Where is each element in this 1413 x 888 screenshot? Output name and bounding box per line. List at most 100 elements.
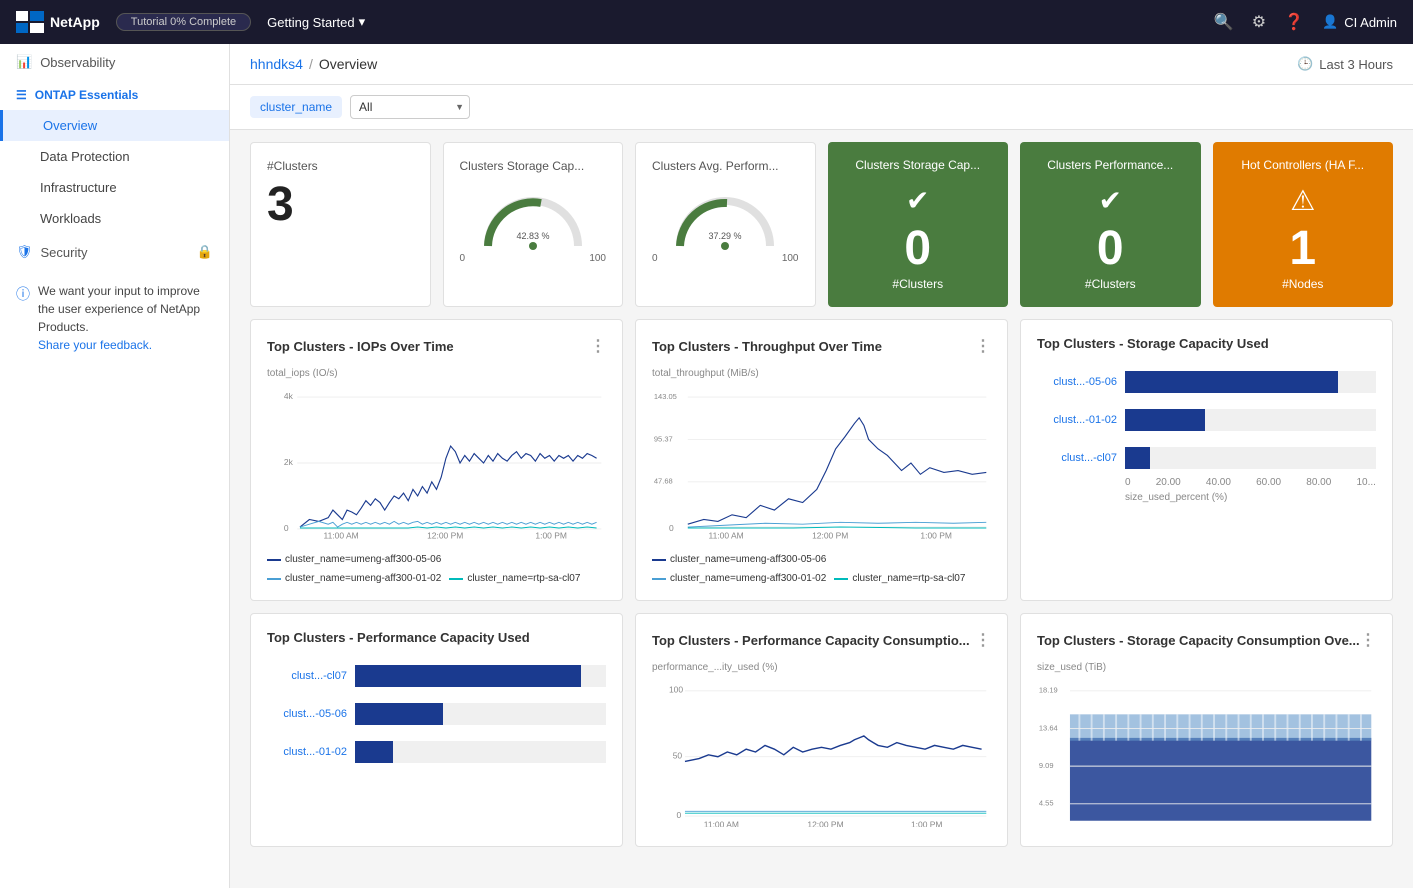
throughput-legend: cluster_name=umeng-aff300-05-06 cluster_… (652, 554, 991, 584)
search-icon[interactable]: 🔍 (1214, 12, 1234, 32)
perf-capacity-line-menu[interactable]: ⋮ (975, 630, 991, 650)
getting-started-label: Getting Started (267, 15, 354, 30)
user-menu[interactable]: 👤 CI Admin (1322, 14, 1397, 30)
getting-started-menu[interactable]: Getting Started ▾ (267, 14, 365, 30)
svg-text:11:00 AM: 11:00 AM (704, 819, 739, 827)
feedback-section: ⓘ We want your input to improve the user… (0, 270, 229, 366)
sidebar-item-infrastructure[interactable]: Infrastructure (0, 172, 229, 203)
clusters-storage-status-title: Clusters Storage Cap... (855, 158, 980, 172)
throughput-line-chart: 143.05 95.37 47.68 0 11:00 AM 12:00 PM 1… (652, 383, 991, 543)
gear-icon[interactable]: ⚙ (1252, 12, 1266, 32)
svg-text:37.29 %: 37.29 % (709, 231, 742, 241)
perf-capacity-bar-title-text: Top Clusters - Performance Capacity Used (267, 630, 530, 645)
user-label: CI Admin (1344, 15, 1397, 30)
bar-fill-2 (1125, 447, 1150, 469)
clusters-storage-status-value: 0 (904, 225, 931, 273)
security-label: Security (41, 245, 88, 260)
charts-row-1: Top Clusters - IOPs Over Time ⋮ total_io… (230, 319, 1413, 613)
storage-capacity-bar-card: Top Clusters - Storage Capacity Used clu… (1020, 319, 1393, 601)
svg-text:4k: 4k (284, 391, 294, 401)
perf-bar-row-2: clust...-01-02 (267, 741, 606, 763)
clusters-count-title: #Clusters (267, 159, 318, 173)
filter-value-wrapper: All (350, 95, 470, 119)
feedback-link[interactable]: Share your feedback. (38, 338, 152, 352)
svg-text:1:00 PM: 1:00 PM (535, 530, 567, 540)
time-selector[interactable]: 🕒 Last 3 Hours (1297, 56, 1393, 72)
infrastructure-label: Infrastructure (40, 180, 117, 195)
clock-icon: 🕒 (1297, 56, 1313, 72)
filter-bar: cluster_name All (230, 85, 1413, 130)
help-icon[interactable]: ❓ (1284, 12, 1304, 32)
storage-capacity-bars: clust...-05-06 clust...-01-02 clust...-c… (1037, 371, 1376, 469)
data-protection-label: Data Protection (40, 149, 130, 164)
svg-text:0: 0 (284, 523, 289, 533)
perf-gauge: 37.29 % 0 100 (652, 181, 799, 264)
bar-label-0: clust...-05-06 (1037, 376, 1117, 388)
perf-capacity-bar-card: Top Clusters - Performance Capacity Used… (250, 613, 623, 847)
filter-key-label: cluster_name (250, 96, 342, 118)
iops-line-chart: 4k 2k 0 11:00 AM 12:00 PM 1:00 PM (267, 383, 606, 543)
sidebar-item-data-protection[interactable]: Data Protection (0, 141, 229, 172)
sidebar: 📊 Observability ☰ ONTAP Essentials Overv… (0, 44, 230, 888)
bar-fill-0 (1125, 371, 1338, 393)
hot-controllers-title: Hot Controllers (HA F... (1241, 158, 1364, 172)
iops-legend-label-3: cluster_name=rtp-sa-cl07 (467, 573, 580, 584)
svg-text:13.64: 13.64 (1039, 723, 1058, 732)
clusters-storage-status-card: Clusters Storage Cap... ✔ 0 #Clusters (828, 142, 1009, 307)
storage-area-chart-menu[interactable]: ⋮ (1360, 630, 1376, 650)
gauge-max-perf: 100 (782, 253, 799, 264)
chevron-down-icon: ▾ (359, 14, 366, 30)
sidebar-item-workloads[interactable]: Workloads (0, 203, 229, 234)
bar-track-1 (1125, 409, 1376, 431)
sidebar-item-security[interactable]: 🛡 Security 🔒 (0, 234, 229, 270)
storage-area-chart-title: Top Clusters - Storage Capacity Consumpt… (1037, 630, 1376, 650)
storage-area-y-label: size_used (TiB) (1037, 662, 1376, 673)
clusters-perf-status-value: 0 (1097, 225, 1124, 273)
charts-row-2: Top Clusters - Performance Capacity Used… (230, 613, 1413, 859)
iops-legend: cluster_name=umeng-aff300-05-06 cluster_… (267, 554, 606, 584)
storage-area-chart: 18.19 13.64 9.09 4.55 (1037, 677, 1376, 827)
overview-label: Overview (43, 118, 97, 133)
svg-text:12:00 PM: 12:00 PM (807, 819, 843, 827)
breadcrumb: hhndks4 / Overview (250, 56, 377, 72)
legend-line-3 (449, 578, 463, 580)
x-tick-2: 40.00 (1206, 477, 1231, 488)
gauge-max-storage: 100 (589, 253, 606, 264)
throughput-chart-card: Top Clusters - Throughput Over Time ⋮ to… (635, 319, 1008, 601)
sidebar-item-overview[interactable]: Overview (0, 110, 229, 141)
x-tick-5: 10... (1356, 477, 1375, 488)
iops-legend-label-1: cluster_name=umeng-aff300-05-06 (285, 554, 441, 565)
throughput-y-label: total_throughput (MiB/s) (652, 368, 991, 379)
iops-y-label: total_iops (IO/s) (267, 368, 606, 379)
throughput-menu-icon[interactable]: ⋮ (975, 336, 991, 356)
iops-chart-card: Top Clusters - IOPs Over Time ⋮ total_io… (250, 319, 623, 601)
perf-bar-fill-1 (355, 703, 443, 725)
main-content: hhndks4 / Overview 🕒 Last 3 Hours cluste… (230, 44, 1413, 888)
clusters-count-value: 3 (267, 181, 294, 229)
bar-track-0 (1125, 371, 1376, 393)
perf-capacity-line-title: Top Clusters - Performance Capacity Cons… (652, 630, 991, 650)
throughput-legend-line-1 (652, 559, 666, 561)
storage-capacity-bar-title-text: Top Clusters - Storage Capacity Used (1037, 336, 1269, 351)
top-navigation: NetApp Tutorial 0% Complete Getting Star… (0, 0, 1413, 44)
content-header: hhndks4 / Overview 🕒 Last 3 Hours (230, 44, 1413, 85)
iops-legend-3: cluster_name=rtp-sa-cl07 (449, 573, 580, 584)
check-icon-storage: ✔ (906, 184, 929, 217)
breadcrumb-parent[interactable]: hhndks4 (250, 56, 303, 72)
storage-capacity-x-axis: 0 20.00 40.00 60.00 80.00 10... (1125, 477, 1376, 488)
bar-row-2: clust...-cl07 (1037, 447, 1376, 469)
perf-capacity-line-card: Top Clusters - Performance Capacity Cons… (635, 613, 1008, 847)
tutorial-progress[interactable]: Tutorial 0% Complete (116, 13, 251, 31)
legend-line-2 (267, 578, 281, 580)
clusters-count-card: #Clusters 3 (250, 142, 431, 307)
iops-menu-icon[interactable]: ⋮ (590, 336, 606, 356)
svg-text:0: 0 (676, 810, 681, 820)
time-label: Last 3 Hours (1319, 57, 1393, 72)
storage-cap-title: Clusters Storage Cap... (460, 159, 585, 173)
sidebar-item-observability[interactable]: 📊 Observability (0, 44, 229, 80)
svg-text:18.19: 18.19 (1039, 686, 1058, 695)
svg-text:11:00 AM: 11:00 AM (324, 530, 359, 540)
clusters-perf-status-label: #Clusters (1085, 277, 1136, 291)
filter-value-select[interactable]: All (350, 95, 470, 119)
iops-legend-2: cluster_name=umeng-aff300-01-02 (267, 573, 441, 584)
